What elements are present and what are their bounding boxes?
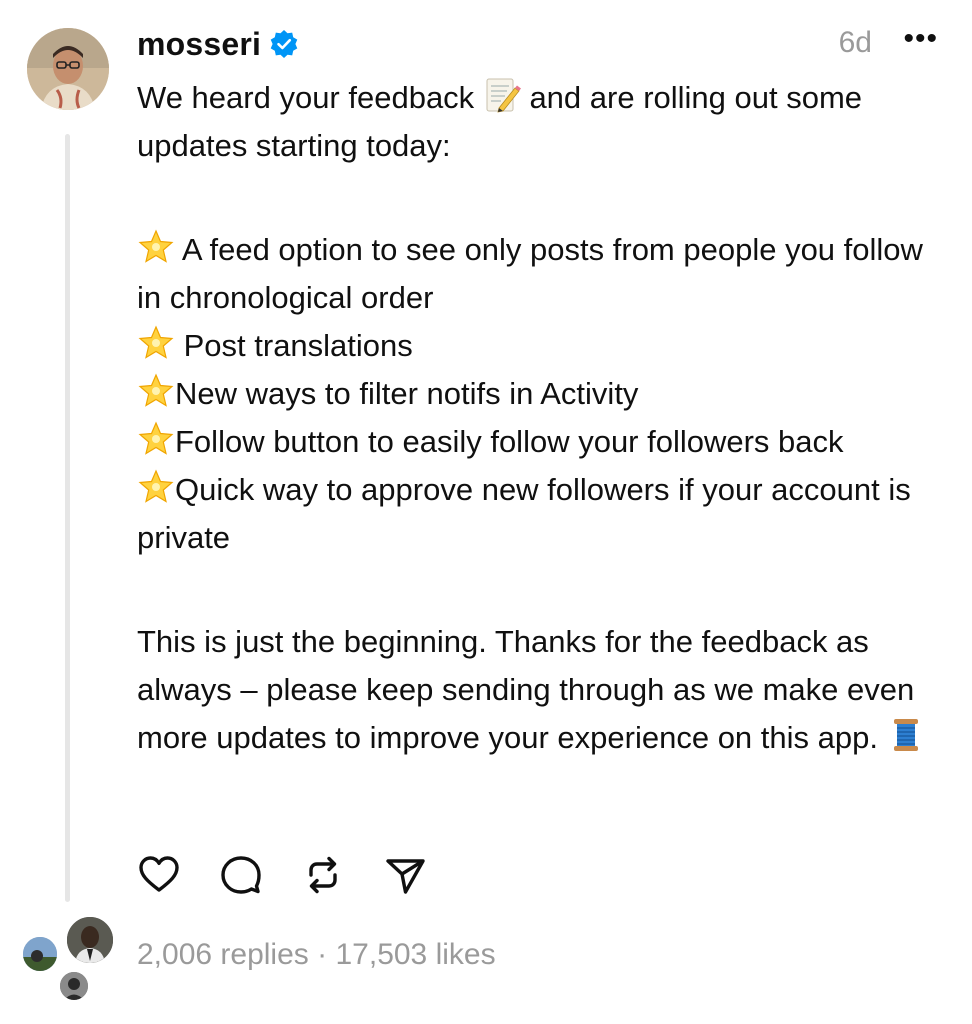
glowing-star-icon <box>137 468 175 506</box>
glowing-star-icon <box>137 324 175 362</box>
stats-separator: · <box>317 938 328 971</box>
repost-icon[interactable] <box>301 853 345 897</box>
list-item: New ways to filter notifs in Activity <box>137 370 952 418</box>
heart-icon[interactable] <box>137 853 181 897</box>
intro-text-1: We heard your feedback <box>137 80 475 115</box>
list-item: Post translations <box>137 322 952 370</box>
memo-emoji-icon <box>483 76 521 114</box>
spool-of-thread-emoji-icon <box>887 716 925 754</box>
username[interactable]: mosseri <box>137 26 261 63</box>
glowing-star-icon <box>137 372 175 410</box>
replier-avatar[interactable] <box>57 969 91 1003</box>
replies-count[interactable]: 2,006 replies <box>137 938 309 971</box>
closing-text: This is just the beginning. Thanks for t… <box>137 624 915 755</box>
bullet-list: A feed option to see only posts from peo… <box>137 226 952 562</box>
bullet-text: Post translations <box>175 328 413 363</box>
glowing-star-icon <box>137 420 175 458</box>
send-icon[interactable] <box>383 853 427 897</box>
list-item: Quick way to approve new followers if yo… <box>137 466 952 562</box>
list-item: A feed option to see only posts from peo… <box>137 226 952 322</box>
comment-icon[interactable] <box>219 853 263 897</box>
post-header: mosseri 6d ••• <box>137 22 942 66</box>
post-text: We heard your feedback and are rolling o… <box>137 74 952 762</box>
replier-avatar[interactable] <box>64 914 116 966</box>
verified-badge-icon <box>269 29 299 59</box>
intro-paragraph: We heard your feedback and are rolling o… <box>137 74 952 170</box>
bullet-text: Follow button to easily follow your foll… <box>175 424 844 459</box>
closing-paragraph: This is just the beginning. Thanks for t… <box>137 618 952 762</box>
author-avatar[interactable] <box>27 28 109 110</box>
post-stats: 2,006 replies · 17,503 likes <box>137 938 496 972</box>
bullet-text: A feed option to see only posts from peo… <box>137 232 923 315</box>
reply-avatars <box>20 914 120 1014</box>
replier-avatar[interactable] <box>20 934 60 974</box>
list-item: Follow button to easily follow your foll… <box>137 418 952 466</box>
post-timestamp: 6d <box>838 26 872 59</box>
likes-count[interactable]: 17,503 likes <box>335 938 495 971</box>
bullet-text: New ways to filter notifs in Activity <box>175 376 639 411</box>
glowing-star-icon <box>137 228 175 266</box>
author-avatar-image <box>27 28 109 110</box>
more-options-button[interactable]: ••• <box>903 22 938 56</box>
post-actions <box>137 852 427 898</box>
thread-line <box>65 134 70 902</box>
bullet-text: Quick way to approve new followers if yo… <box>137 472 911 555</box>
